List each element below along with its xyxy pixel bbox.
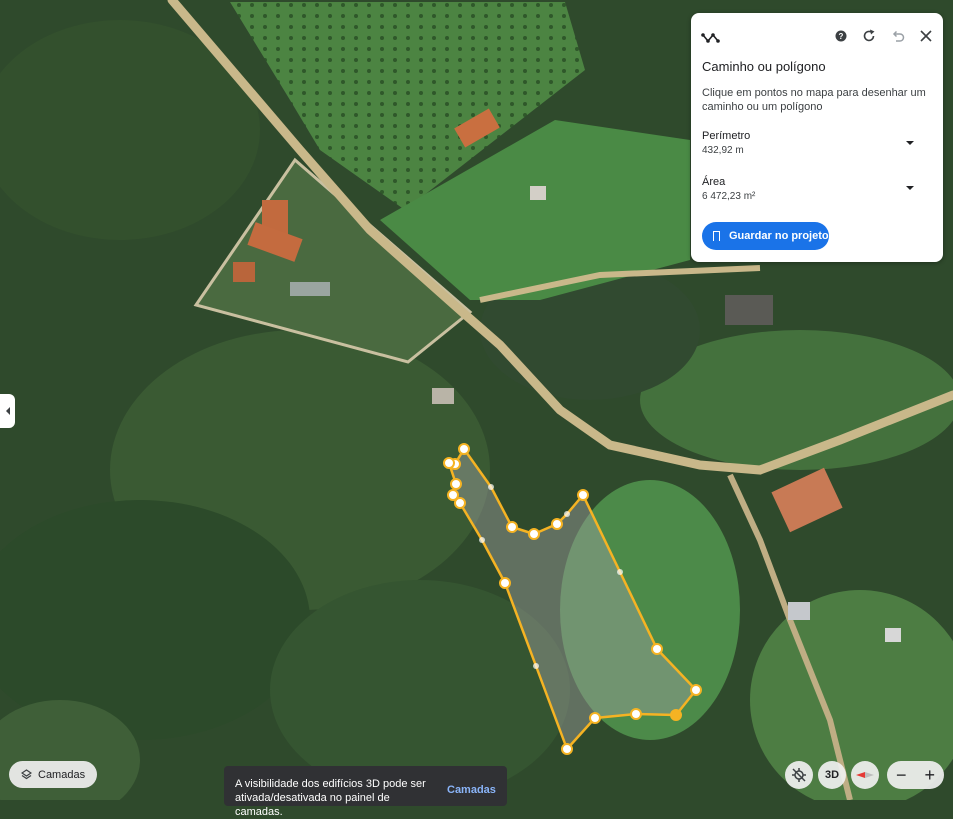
location-off-icon [792, 768, 806, 782]
midpoint[interactable] [533, 663, 539, 669]
layers-icon [21, 769, 32, 780]
vertex[interactable] [690, 684, 702, 696]
toast-notification: A visibilidade dos edifícios 3D pode ser… [224, 766, 507, 818]
toast-layers-link[interactable]: Camadas [447, 784, 496, 796]
view-3d-button[interactable]: 3D [818, 761, 846, 789]
vertex-selected[interactable] [670, 709, 682, 721]
compass-button[interactable] [851, 761, 879, 789]
vertex[interactable] [443, 457, 455, 469]
vertex[interactable] [506, 521, 518, 533]
midpoint[interactable] [617, 569, 623, 575]
bookmark-icon [713, 231, 720, 241]
compass-icon [856, 772, 874, 778]
vertex[interactable] [528, 528, 540, 540]
vertex[interactable] [458, 443, 470, 455]
vertex[interactable] [589, 712, 601, 724]
save-button-label: Guardar no projeto [729, 230, 829, 242]
location-off-button[interactable] [785, 761, 813, 789]
measure-panel: ? Caminho ou polígono Clique em pontos n… [691, 13, 943, 262]
panel-description: Clique em pontos no mapa para desenhar u… [702, 87, 926, 113]
zoom-out-button[interactable]: − [889, 761, 913, 789]
vertex[interactable] [551, 518, 563, 530]
close-icon[interactable] [915, 25, 937, 47]
panel-title: Caminho ou polígono [702, 59, 826, 74]
vertex[interactable] [630, 708, 642, 720]
midpoint[interactable] [488, 484, 494, 490]
vertex[interactable] [454, 497, 466, 509]
perimeter-label: Perímetro [702, 130, 751, 142]
reset-icon[interactable] [858, 25, 880, 47]
ruler-icon [701, 33, 720, 43]
svg-text:?: ? [839, 32, 844, 41]
vertex[interactable] [561, 743, 573, 755]
toast-message: A visibilidade dos edifícios 3D pode ser… [235, 778, 426, 818]
layers-button[interactable]: Camadas [9, 761, 97, 788]
chevron-left-icon [5, 407, 10, 415]
vertex[interactable] [450, 478, 462, 490]
area-value: 6 472,23 m² [702, 191, 756, 202]
area-dropdown-icon[interactable] [906, 186, 914, 190]
undo-icon[interactable] [887, 25, 909, 47]
midpoint[interactable] [479, 537, 485, 543]
zoom-in-button[interactable]: + [918, 761, 942, 789]
vertex[interactable] [499, 577, 511, 589]
view-3d-label: 3D [824, 769, 840, 781]
vertex[interactable] [651, 643, 663, 655]
zoom-controls: − + [887, 761, 944, 789]
layers-label: Camadas [38, 768, 86, 781]
perimeter-dropdown-icon[interactable] [906, 141, 914, 145]
midpoint[interactable] [564, 511, 570, 517]
collapse-side-panel-button[interactable] [0, 394, 15, 428]
perimeter-value: 432,92 m [702, 145, 744, 156]
vertex[interactable] [577, 489, 589, 501]
save-to-project-button[interactable]: Guardar no projeto [702, 222, 829, 250]
help-icon[interactable]: ? [830, 25, 852, 47]
area-label: Área [702, 176, 726, 188]
